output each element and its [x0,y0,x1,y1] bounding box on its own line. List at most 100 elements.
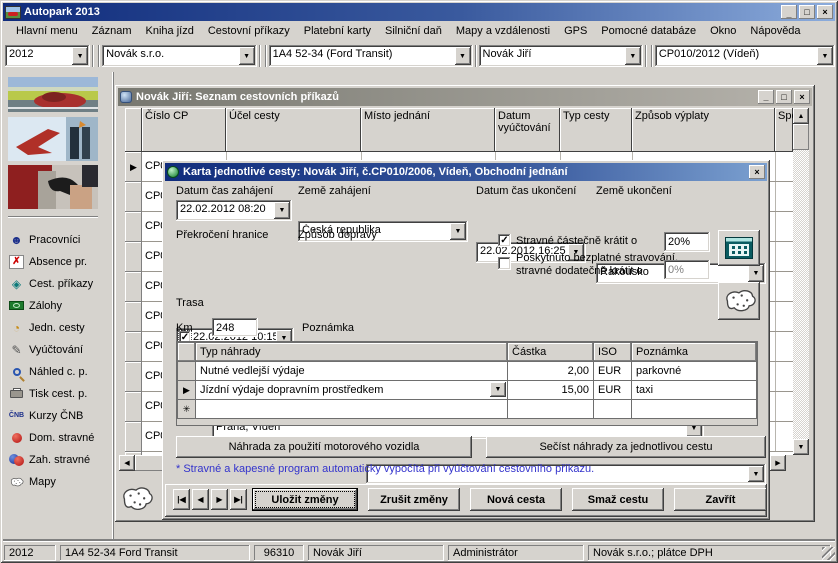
calculator-button[interactable] [718,230,760,266]
row-selector[interactable] [125,362,142,392]
col-header-spolucestujici[interactable]: Spoluc [775,108,793,152]
expense-iso-cell[interactable]: EUR [594,381,632,400]
menu-pomocne-databaze[interactable]: Pomocné databáze [594,23,703,39]
company-combo[interactable]: Novák s.r.o. ▼ [102,45,256,67]
expense-type-cell[interactable] [196,400,508,419]
first-record-button[interactable]: |◀ [173,489,190,510]
close-button[interactable]: × [817,5,833,19]
km-field[interactable]: 248 [212,318,258,337]
vertical-scrollbar[interactable]: ▲ ▼ [793,108,809,455]
sidebar-item-dom-stravne[interactable]: Dom. stravné [9,430,112,445]
col-header-typ-cesty[interactable]: Typ cesty [560,108,632,152]
expense-type-cell[interactable]: Jízdní výdaje dopravním prostředkem ▼ [196,381,508,400]
row-selector[interactable] [125,242,142,272]
horizontal-scroll-thumb[interactable] [135,455,163,471]
sidebar-item-mapy[interactable]: Mapy [9,474,112,489]
col-header-zpusob-vyplaty[interactable]: Způsob výplaty [632,108,775,152]
sidebar-item-cest-prikazy[interactable]: ◈ Cest. příkazy [9,276,112,291]
menu-zaznam[interactable]: Záznam [85,23,139,39]
meal-free-percent-field[interactable]: 0% [664,260,710,280]
scroll-right-icon[interactable]: ▶ [770,455,786,471]
row-selector[interactable] [125,422,142,452]
save-changes-button[interactable]: Uložit změny [252,488,358,511]
scroll-left-icon[interactable]: ◀ [119,455,135,471]
new-row-marker-icon[interactable]: ✳ [178,400,196,419]
menu-okno[interactable]: Okno [703,23,743,39]
scroll-down-icon[interactable]: ▼ [793,439,809,455]
expense-amount-cell[interactable] [508,400,594,419]
col-header-misto-jednani[interactable]: Místo jednání [361,108,495,152]
chevron-down-icon[interactable]: ▼ [274,202,290,219]
expense-row-selector-current[interactable]: ▶ [178,381,196,400]
year-combo[interactable]: 2012 ▼ [5,45,90,67]
meal-free-checkbox[interactable] [498,257,511,270]
chevron-down-icon[interactable]: ▼ [450,223,466,240]
vehicle-compensation-button[interactable]: Náhrada za použití motorového vozidla [176,436,472,458]
chevron-down-icon[interactable]: ▼ [239,47,255,65]
expense-iso-cell[interactable]: EUR [594,362,632,381]
expense-type-cell[interactable]: Nutné vedlejší výdaje [196,362,508,381]
expense-note-cell[interactable] [632,400,757,419]
start-datetime-combo[interactable]: 22.02.2012 08:20 ▼ [176,200,292,221]
expense-iso-cell[interactable] [594,400,632,419]
row-selector[interactable] [125,332,142,362]
sidebar-item-jedn-cesty[interactable]: ◔ Jedn. cesty [9,320,112,335]
chevron-down-icon[interactable]: ▼ [72,47,88,65]
cancel-changes-button[interactable]: Zrušit změny [368,488,460,511]
chevron-down-icon[interactable]: ▼ [748,265,764,282]
sum-compensation-button[interactable]: Sečíst náhrady za jednotlivou cestu [486,436,766,458]
map-button[interactable] [718,282,760,320]
maximize-button[interactable]: □ [799,5,815,19]
chevron-down-icon[interactable]: ▼ [455,47,471,65]
meal-partial-percent-field[interactable]: 20% [664,232,710,252]
next-record-button[interactable]: ▶ [211,489,228,510]
menu-platebni-karty[interactable]: Platební karty [297,23,378,39]
row-selector[interactable] [125,182,142,212]
vehicle-combo[interactable]: 1A4 52-34 (Ford Transit) ▼ [269,45,473,67]
expense-amount-cell[interactable]: 15,00 [508,381,594,400]
expense-note-cell[interactable]: taxi [632,381,757,400]
maximize-button[interactable]: □ [776,90,792,104]
resize-grip[interactable] [822,547,835,560]
vertical-scroll-thumb[interactable] [793,124,809,150]
row-selector[interactable] [125,392,142,422]
menu-kniha-jizd[interactable]: Kniha jízd [139,23,201,39]
col-header-datum-vyuctovani[interactable]: Datum vyúčtování [495,108,560,152]
expense-amount-cell[interactable]: 2,00 [508,362,594,381]
sidebar-item-tisk[interactable]: Tisk cest. p. [9,386,112,401]
col-header-cislo-cp[interactable]: Číslo CP [142,108,226,152]
chevron-down-icon[interactable]: ▼ [490,382,506,397]
chevron-down-icon[interactable]: ▼ [817,47,833,65]
chevron-down-icon[interactable]: ▼ [748,466,764,482]
expense-row[interactable]: Nutné vedlejší výdaje 2,00 EUR parkovné [178,362,757,381]
row-selector[interactable] [125,212,142,242]
expense-row-new[interactable]: ✳ [178,400,757,419]
sidebar-item-kurzy-cnb[interactable]: ČNB Kurzy ČNB [9,408,112,423]
chevron-down-icon[interactable]: ▼ [625,47,641,65]
menu-hlavni-menu[interactable]: Hlavní menu [9,23,85,39]
sidebar-item-absence[interactable]: ✗ Absence pr. [9,254,112,269]
minimize-button[interactable]: _ [781,5,797,19]
sidebar-item-pracovnici[interactable]: ☻ Pracovníci [9,232,112,247]
row-selector[interactable] [125,272,142,302]
meal-partial-checkbox[interactable]: ✓ [498,234,511,247]
menu-cestovni-prikazy[interactable]: Cestovní příkazy [201,23,297,39]
scroll-up-icon[interactable]: ▲ [793,108,809,124]
menu-gps[interactable]: GPS [557,23,594,39]
sidebar-item-nahled[interactable]: Náhled c. p. [9,364,112,379]
person-combo[interactable]: Novák Jiří ▼ [479,45,643,67]
last-record-button[interactable]: ▶| [230,489,247,510]
row-selector-current[interactable]: ▶ [125,152,142,182]
sidebar-item-zah-stravne[interactable]: Zah. stravné [9,452,112,467]
expense-row-selector[interactable] [178,362,196,381]
expense-row-current[interactable]: ▶ Jízdní výdaje dopravním prostředkem ▼ … [178,381,757,400]
menu-silnicni-dan[interactable]: Silniční daň [378,23,449,39]
row-selector[interactable] [125,302,142,332]
trip-combo[interactable]: CP010/2012 (Vídeň) ▼ [655,45,835,67]
menu-mapy-a-vzdalenosti[interactable]: Mapy a vzdálenosti [449,23,557,39]
col-header-ucel-cesty[interactable]: Účel cesty [226,108,361,152]
prev-record-button[interactable]: ◀ [192,489,209,510]
delete-trip-button[interactable]: Smaž cestu [572,488,664,511]
close-dialog-button[interactable]: Zavřít [674,488,767,511]
close-button[interactable]: × [794,90,810,104]
